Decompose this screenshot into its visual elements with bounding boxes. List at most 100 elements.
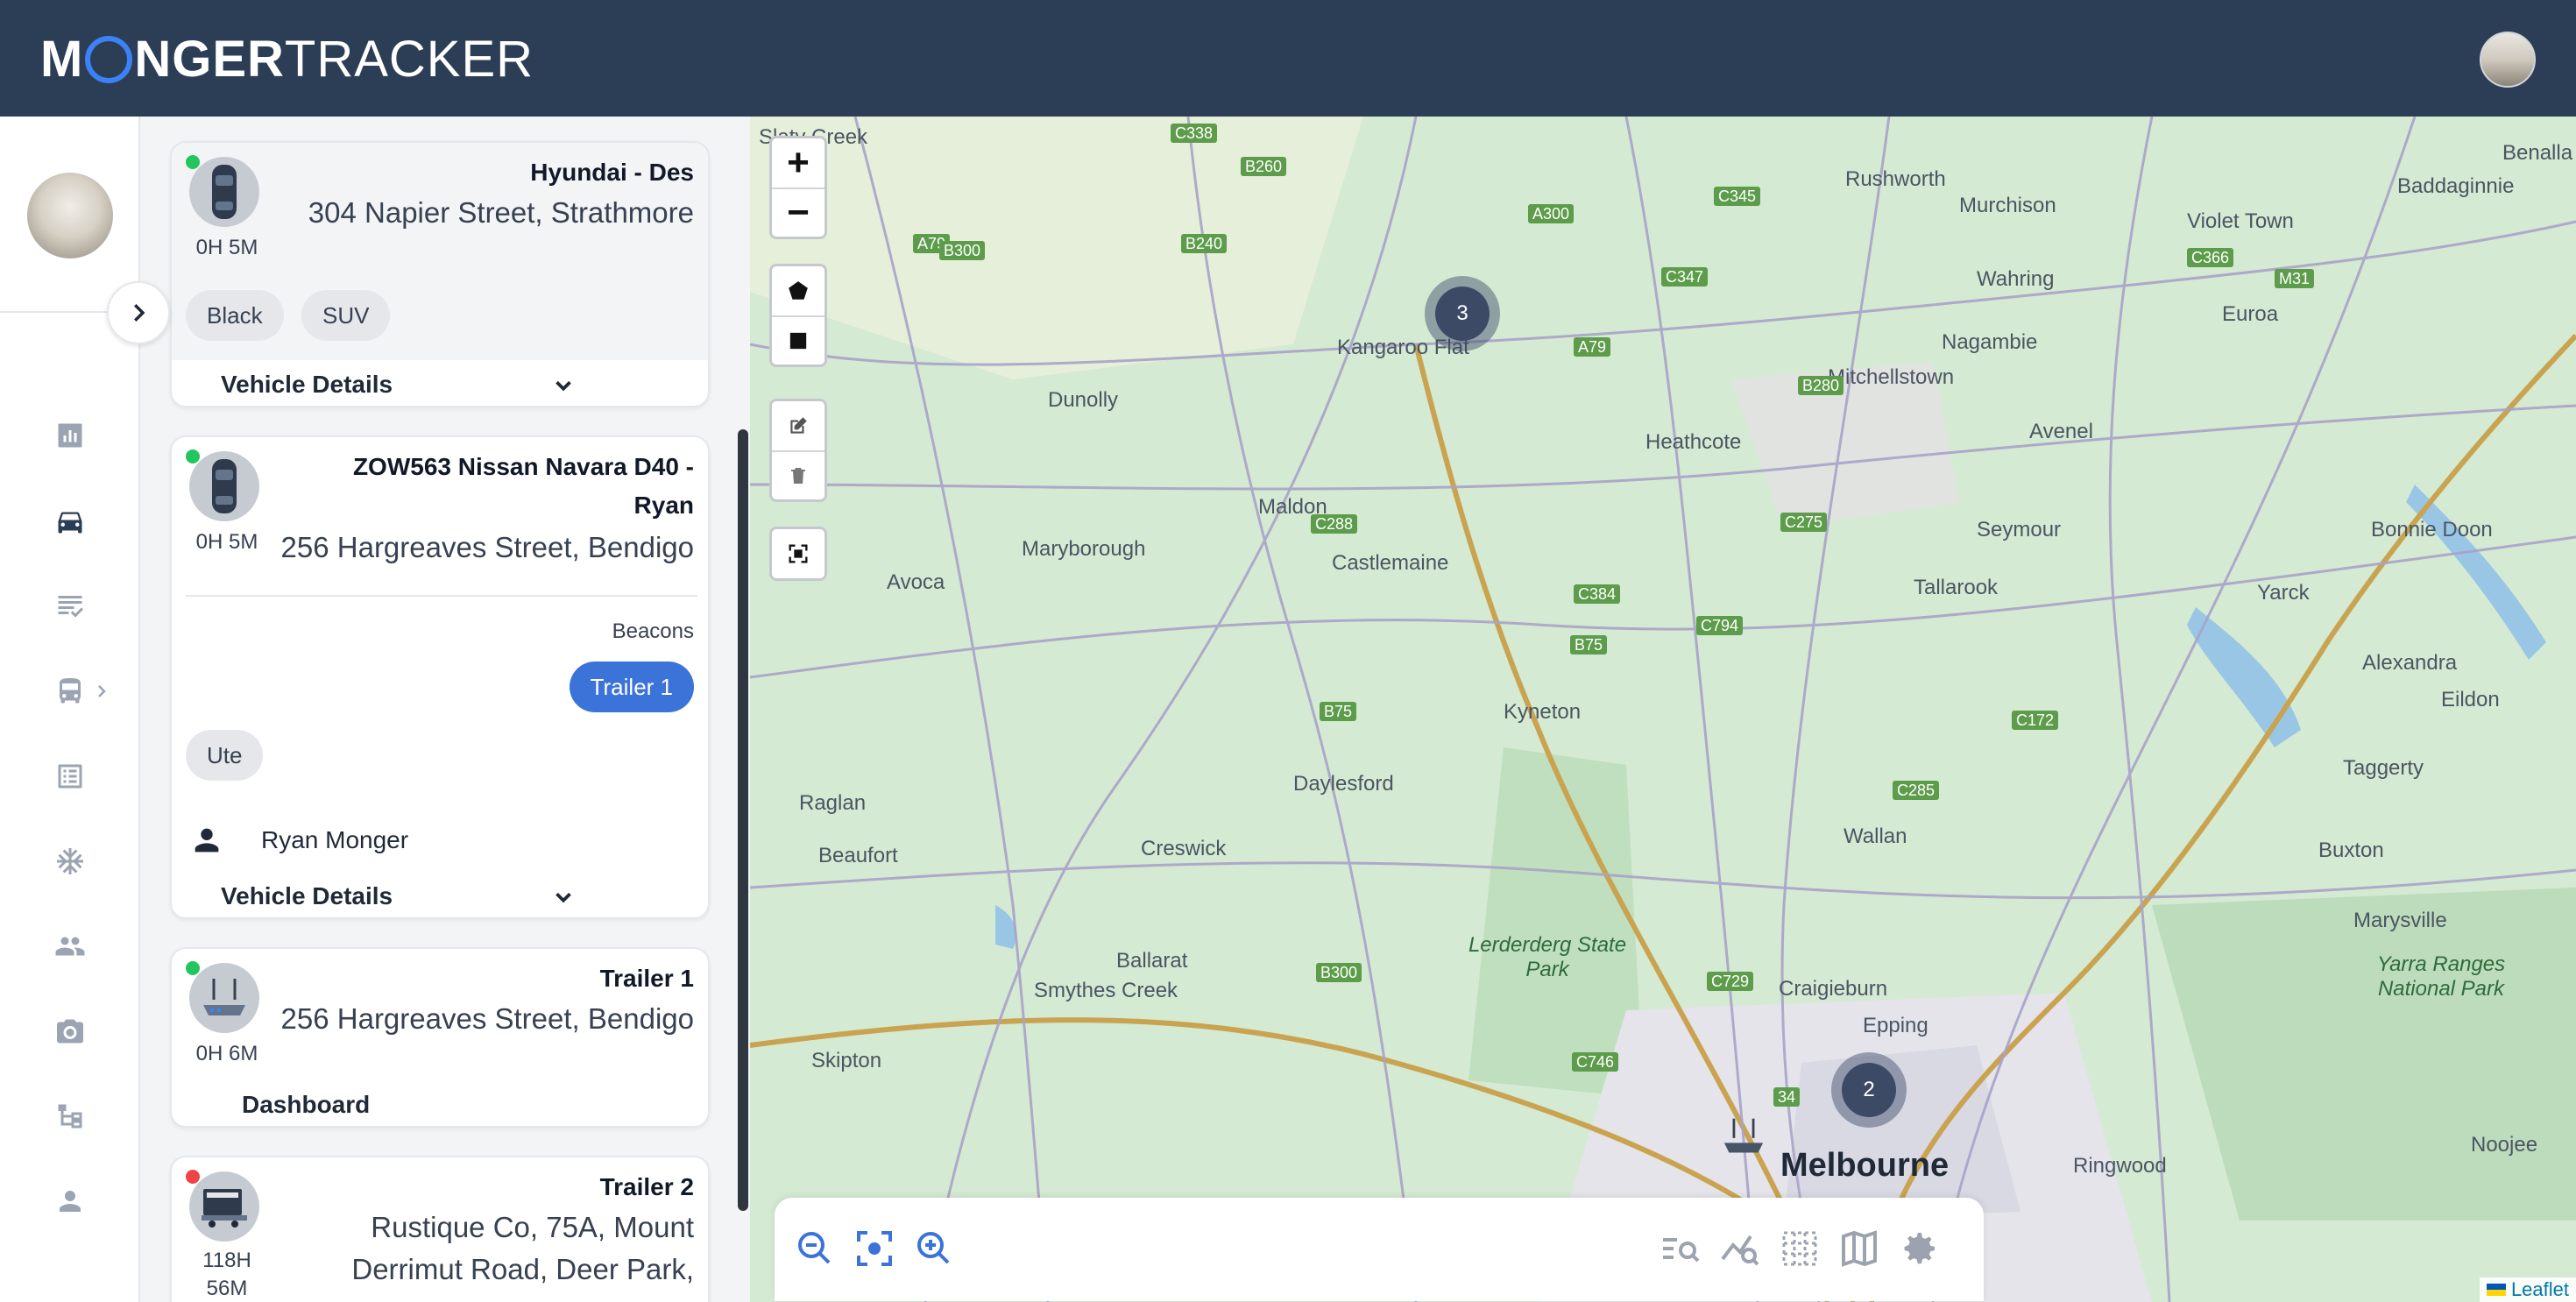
- road-label: C746: [1572, 1052, 1619, 1072]
- map-place-label: Alexandra: [2362, 651, 2458, 675]
- list-icon: [58, 764, 82, 789]
- edit-layers-button[interactable]: [772, 401, 824, 450]
- vehicle-car-icon: [189, 157, 259, 227]
- logo-text-bold: NGER: [134, 30, 285, 88]
- map-attribution[interactable]: Leaflet: [2479, 1277, 2576, 1302]
- beacon-chip[interactable]: Trailer 1: [569, 662, 694, 712]
- vehicle-card[interactable]: 0H 5M ZOW563 Nissan Navara D40 - Ryan 25…: [170, 435, 710, 919]
- status-online-dot: [186, 961, 200, 975]
- rectangle-icon: [789, 332, 807, 350]
- tag-chip: SUV: [301, 290, 391, 341]
- edit-icon: [790, 417, 807, 434]
- logo-text-light: TRACKER: [284, 30, 534, 88]
- map-icon[interactable]: [1838, 1228, 1880, 1270]
- vehicle-cluster-marker[interactable]: 2: [1831, 1052, 1907, 1128]
- nav-snowflake-icon[interactable]: [46, 837, 95, 886]
- beacon-marker-icon[interactable]: [1721, 1115, 1766, 1157]
- nav-hierarchy-icon[interactable]: [46, 1092, 95, 1141]
- vehicle-details-toggle[interactable]: Vehicle Details: [221, 882, 393, 910]
- map-place-label: Baddaginnie: [2397, 174, 2515, 198]
- nav-vehicles-car-icon[interactable]: [46, 497, 95, 546]
- nav-person-icon[interactable]: [46, 1177, 95, 1226]
- map-place-label: Maryborough: [1022, 537, 1146, 561]
- map-place-label: Kyneton: [1504, 700, 1582, 724]
- nav-dashboard-chart-icon[interactable]: [46, 411, 95, 460]
- gear-icon[interactable]: [1898, 1228, 1940, 1270]
- focus-icon[interactable]: [853, 1228, 895, 1270]
- map-place-label: Daylesford: [1293, 772, 1394, 796]
- zoom-out-button[interactable]: −: [772, 188, 824, 237]
- road-label: C345: [1714, 187, 1761, 206]
- map-place-label: Nagambie: [1942, 330, 2038, 354]
- chevron-down-icon[interactable]: [550, 884, 577, 910]
- zoom-in-button[interactable]: +: [772, 138, 824, 188]
- map-place-label: Ringwood: [2073, 1154, 2167, 1178]
- checklist-icon: [58, 596, 83, 618]
- chart-icon: [58, 423, 82, 448]
- profile-avatar[interactable]: [27, 173, 113, 258]
- fullscreen-button[interactable]: [772, 529, 824, 578]
- vehicle-title: Hyundai - Des: [530, 159, 694, 186]
- vehicle-cluster-marker[interactable]: 3: [1425, 276, 1500, 351]
- list-scrollbar[interactable]: [738, 429, 748, 1211]
- edit-layers-control: [769, 399, 827, 502]
- vehicle-card[interactable]: 0H 5M Hyundai - Des 304 Napier Street, S…: [170, 141, 710, 407]
- map-bottom-toolbar: [775, 1198, 1984, 1301]
- map-view[interactable]: Slaty Creek Rushworth Murchison Baddagin…: [750, 117, 2576, 1302]
- nav-people-icon[interactable]: [46, 922, 95, 971]
- fullscreen-control: [769, 527, 827, 581]
- draw-shapes-control: [769, 264, 827, 367]
- vehicle-list[interactable]: 0H 5M Hyundai - Des 304 Napier Street, S…: [140, 117, 750, 1302]
- top-bar: M NGER TRACKER: [0, 0, 2576, 117]
- expand-sidebar-button[interactable]: [107, 281, 170, 344]
- hierarchy-icon: [58, 1104, 82, 1129]
- map-place-label: Bonnie Doon: [2371, 518, 2493, 541]
- map-place-label: Ballarat: [1116, 949, 1188, 973]
- vehicle-address: 256 Hargreaves Street, Bendigo: [280, 531, 694, 563]
- map-place-label: Marysville: [2353, 909, 2447, 932]
- road-label: C384: [1574, 584, 1621, 604]
- driver-name: Ryan Monger: [261, 826, 409, 853]
- vehicle-card[interactable]: 118H 56M Trailer 2 Rustique Co, 75A, Mou…: [170, 1156, 710, 1302]
- vehicle-address: 304 Napier Street, Strathmore: [308, 196, 694, 229]
- vehicle-card[interactable]: 0H 6M Trailer 1 256 Hargreaves Street, B…: [170, 947, 710, 1128]
- nav-fleet-bus-icon[interactable]: [46, 667, 95, 716]
- nav-camera-icon[interactable]: [46, 1007, 95, 1056]
- road-label: B75: [1570, 635, 1608, 655]
- chevron-right-icon[interactable]: [91, 681, 112, 702]
- user-avatar[interactable]: [2480, 32, 2536, 88]
- chevron-down-icon[interactable]: [550, 372, 577, 399]
- road-label: C288: [1311, 514, 1358, 534]
- grid-icon[interactable]: [1779, 1228, 1821, 1270]
- vehicle-details-toggle[interactable]: Vehicle Details: [221, 371, 393, 399]
- nav-checklist-icon[interactable]: [46, 582, 95, 631]
- draw-polygon-button[interactable]: [772, 266, 824, 315]
- route-icon[interactable]: [1719, 1228, 1761, 1270]
- dashboard-link[interactable]: Dashboard: [242, 1091, 370, 1119]
- map-place-label: Rushworth: [1845, 167, 1946, 191]
- elapsed-time: 0H 5M: [195, 236, 258, 259]
- draw-rectangle-button[interactable]: [772, 315, 824, 364]
- elapsed-time: 0H 6M: [195, 1042, 258, 1065]
- map-park-label: Lerderderg State Park: [1468, 933, 1627, 981]
- road-label: A300: [1528, 204, 1575, 223]
- delete-layers-button[interactable]: [772, 450, 824, 499]
- map-place-label: Wahring: [1977, 267, 2055, 291]
- cluster-count: 2: [1842, 1063, 1896, 1117]
- road-label: A79: [1574, 337, 1611, 357]
- zoom-out-icon[interactable]: [794, 1228, 836, 1270]
- vehicle-car-icon: [189, 451, 259, 521]
- search-list-icon[interactable]: [1660, 1228, 1702, 1270]
- tag-chip: Black: [186, 290, 284, 341]
- map-place-label: Murchison: [1959, 194, 2056, 217]
- zoom-in-icon[interactable]: [913, 1228, 955, 1270]
- status-online-dot: [186, 155, 200, 169]
- road-label: B240: [1181, 234, 1228, 253]
- nav-list-icon[interactable]: [46, 752, 95, 801]
- map-place-label: Craigieburn: [1779, 977, 1888, 1001]
- road-label: C347: [1661, 267, 1709, 287]
- tag-chip: Ute: [186, 730, 264, 781]
- polygon-icon: [789, 281, 808, 300]
- attribution-link[interactable]: Leaflet: [2511, 1278, 2569, 1301]
- monger-tracker-logo[interactable]: M NGER TRACKER: [40, 30, 534, 88]
